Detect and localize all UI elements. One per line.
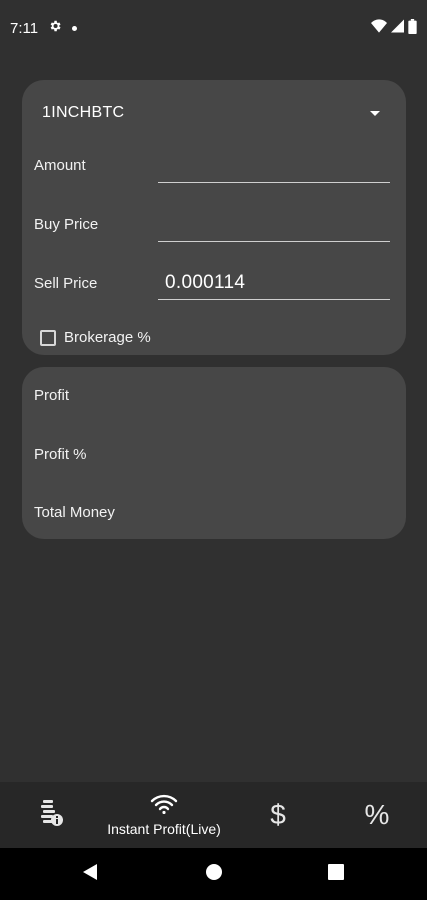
dollar-icon: $ [270,799,286,830]
brokerage-checkbox-row[interactable]: Brokerage % [40,329,151,346]
back-icon [82,863,98,886]
nav-percent[interactable]: % [356,782,398,848]
brokerage-label: Brokerage % [64,329,151,346]
wifi-icon [150,794,178,819]
sell-price-input[interactable] [158,299,390,300]
profit-percent-label: Profit % [34,446,87,463]
chevron-down-icon[interactable] [370,110,380,116]
bottom-nav: Instant Profit(Live) $ % [0,782,427,848]
status-left: 7:11 [10,19,78,37]
amount-input[interactable] [158,182,390,183]
recents-button[interactable] [306,848,366,900]
status-right [371,18,417,38]
gear-icon [48,19,62,37]
percent-icon: % [364,799,390,830]
home-button[interactable] [184,848,244,900]
brokerage-checkbox[interactable] [40,329,56,346]
status-time: 7:11 [10,19,39,37]
coin-info-icon [38,798,64,833]
pair-dropdown[interactable]: 1INCHBTC [42,102,382,124]
back-button[interactable] [60,848,120,900]
profit-label: Profit [34,387,70,404]
recents-icon [328,863,344,885]
system-nav-bar [0,848,427,900]
nav-instant-profit-label: Instant Profit(Live) [107,820,221,837]
nav-instant-profit[interactable]: Instant Profit(Live) [97,782,231,848]
pair-dropdown-value: 1INCHBTC [42,104,125,121]
battery-icon [408,18,417,38]
results-card: Profit Profit % Total Money [22,367,406,539]
status-bar: 7:11 [0,0,427,56]
wifi-icon [371,19,387,37]
sell-price-value[interactable]: 0.000114 [165,272,245,294]
buy-price-input[interactable] [158,241,390,242]
amount-label: Amount [34,157,86,174]
nav-coin-info[interactable] [28,782,74,848]
nav-dollar[interactable]: $ [260,782,296,848]
calculator-card: 1INCHBTC Amount Buy Price Sell Price 0.0… [22,80,406,355]
notification-dot-icon [72,25,78,31]
sell-price-label: Sell Price [34,275,98,292]
total-money-label: Total Money [34,504,115,521]
buy-price-label: Buy Price [34,216,99,233]
cellular-signal-icon [391,19,404,37]
home-icon [205,863,223,886]
